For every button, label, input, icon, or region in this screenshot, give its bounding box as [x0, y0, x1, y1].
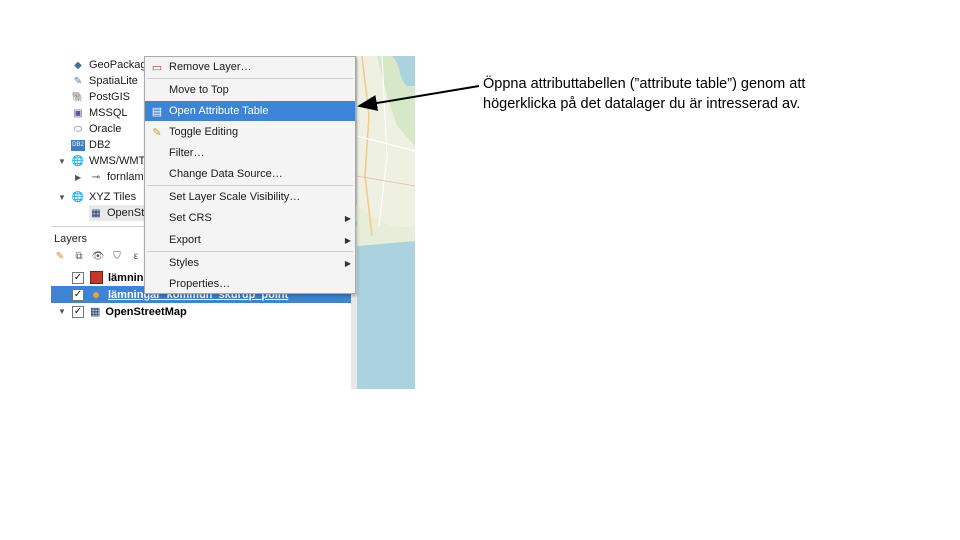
layer-checkbox[interactable]: ✓ [72, 271, 84, 284]
menu-item-remove-layer[interactable]: ▭ Remove Layer… [145, 57, 355, 77]
menu-item-properties[interactable]: Properties… [145, 274, 355, 294]
menu-item-set-scale-visibility[interactable]: Set Layer Scale Visibility… [145, 187, 355, 207]
menu-item-styles[interactable]: Styles ▶ [145, 253, 355, 273]
layers-toolbar: ✎ ⧉ 👁 ⛉ ε [53, 249, 143, 265]
point-layer-icon [93, 291, 99, 298]
menu-item-change-data-source[interactable]: Change Data Source… [145, 164, 355, 184]
expression-icon[interactable]: ε [129, 249, 143, 263]
visibility-icon[interactable]: 👁 [91, 249, 105, 263]
collapse-arrow-icon[interactable]: ▼ [58, 307, 66, 316]
collapse-arrow-icon[interactable]: ▼ [58, 193, 66, 202]
oracle-icon: ⬭ [73, 123, 83, 135]
expand-arrow-icon[interactable]: ▶ [75, 173, 81, 182]
submenu-arrow-icon: ▶ [344, 258, 351, 268]
geopackage-icon: ◆ [74, 59, 82, 71]
menu-separator [147, 251, 353, 252]
tiles-icon: ▦ [91, 207, 101, 219]
browser-item-postgis[interactable]: 🐘 PostGIS [71, 89, 130, 105]
mssql-icon: ▣ [73, 107, 83, 119]
remove-layer-icon: ▭ [151, 61, 163, 74]
browser-item-spatialite[interactable]: ✎ SpatiaLite [71, 73, 138, 89]
menu-item-move-to-top[interactable]: Move to Top [145, 80, 355, 100]
layer-checkbox[interactable]: ✓ [72, 288, 84, 301]
submenu-arrow-icon: ▶ [344, 213, 351, 223]
menu-item-toggle-editing[interactable]: ✎ Toggle Editing [145, 122, 355, 142]
browser-item-xyz[interactable]: 🌐 XYZ Tiles [71, 189, 136, 205]
layer-row[interactable]: ▼ ✓ ▦ OpenStreetMap [51, 303, 357, 320]
layer-checkbox[interactable]: ✓ [72, 305, 84, 318]
browser-item-label: XYZ Tiles [89, 191, 137, 203]
spatialite-icon: ✎ [73, 75, 83, 87]
map-tiles [357, 56, 415, 389]
browser-item-label: MSSQL [89, 107, 128, 119]
browser-item-label: Oracle [89, 123, 122, 135]
browser-item-label: DB2 [89, 139, 111, 151]
layer-context-menu: ▭ Remove Layer… Move to Top ▤ Open Attri… [144, 56, 356, 294]
browser-item-label: PostGIS [89, 91, 130, 103]
filter-icon[interactable]: ⛉ [110, 249, 124, 263]
annotation-line: högerklicka på det datalager du är intre… [483, 96, 801, 112]
menu-separator [147, 185, 353, 186]
browser-item-db2[interactable]: DB2 DB2 [71, 137, 110, 153]
wms-icon: 🌐 [71, 155, 85, 167]
menu-item-open-attribute-table[interactable]: ▤ Open Attribute Table [145, 101, 355, 121]
postgis-icon: 🐘 [71, 91, 85, 103]
qgis-screenshot: ◆ GeoPackage ✎ SpatiaLite 🐘 PostGIS ▣ MS… [51, 56, 415, 389]
polygon-layer-icon [90, 271, 103, 284]
connection-icon: ⊸ [91, 171, 101, 183]
map-canvas[interactable] [357, 56, 415, 389]
style-icon[interactable]: ✎ [53, 249, 67, 263]
xyz-icon: 🌐 [71, 191, 85, 203]
menu-item-filter[interactable]: Filter… [145, 143, 355, 163]
layers-panel-title: Layers [54, 233, 88, 245]
menu-item-export[interactable]: Export ▶ [145, 230, 355, 250]
layer-name: OpenStreetMap [105, 305, 187, 318]
db2-icon: DB2 [71, 139, 85, 151]
browser-item-label: SpatiaLite [89, 75, 138, 87]
browser-item-geopackage[interactable]: ◆ GeoPackage [71, 57, 152, 73]
browser-item-oracle[interactable]: ⬭ Oracle [71, 121, 122, 137]
browser-item-mssql[interactable]: ▣ MSSQL [71, 105, 128, 121]
menu-item-set-crs[interactable]: Set CRS ▶ [145, 208, 355, 228]
collapse-arrow-icon[interactable]: ▼ [58, 157, 66, 166]
table-icon: ▤ [151, 105, 163, 118]
tiles-icon: ▦ [90, 306, 101, 318]
annotation-line: Öppna attributtabellen (”attribute table… [483, 76, 806, 92]
annotation-text: Öppna attributtabellen (”attribute table… [483, 74, 903, 114]
menu-separator [147, 78, 353, 79]
add-group-icon[interactable]: ⧉ [72, 249, 86, 263]
submenu-arrow-icon: ▶ [344, 235, 351, 245]
browser-item-wms[interactable]: 🌐 WMS/WMTS [71, 153, 153, 169]
browser-item-label: WMS/WMTS [89, 155, 153, 167]
pencil-icon: ✎ [152, 126, 162, 139]
